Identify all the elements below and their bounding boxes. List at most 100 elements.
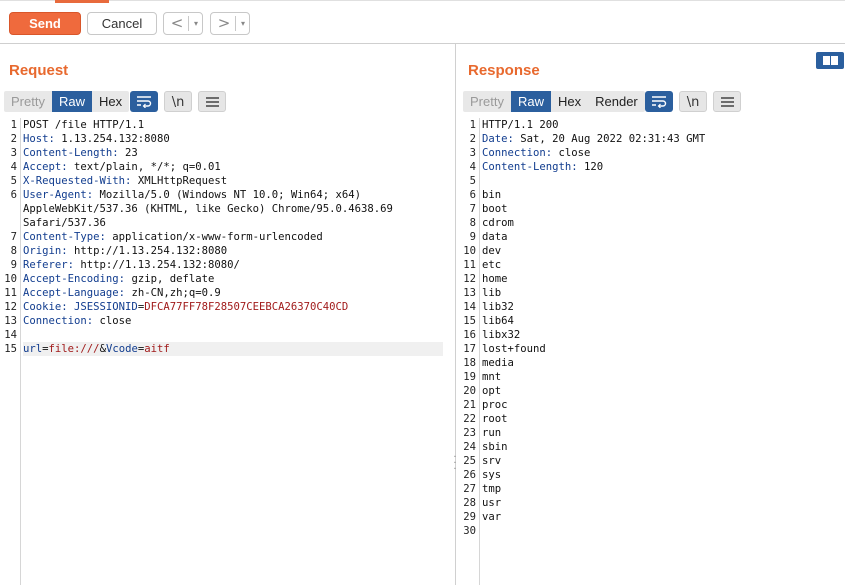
header-value: http://1.13.254.132:8080/ (74, 259, 240, 271)
split-layout-icon[interactable] (816, 52, 844, 69)
line-number: 1 (10, 119, 17, 131)
view-tab-pretty[interactable]: Pretty (4, 91, 52, 112)
back-dropdown-icon[interactable]: ▾ (190, 13, 202, 34)
code-line: 15 url=file:///&Vcode=aitf (0, 342, 452, 356)
line-text[interactable]: dev (482, 244, 501, 258)
line-text[interactable]: POST /file HTTP/1.1 (23, 118, 144, 132)
line-text[interactable]: HTTP/1.1 200 (482, 118, 559, 132)
body-param-value: file:/// (48, 343, 100, 355)
pane-resize-handle-icon[interactable]: · · · (452, 453, 458, 475)
line-text[interactable]: bin (482, 188, 501, 202)
line-number: 6 (469, 189, 476, 201)
line-number: 4 (469, 161, 476, 173)
line-text[interactable]: lost+found (482, 342, 546, 356)
forward-arrow-icon[interactable]: > (215, 13, 233, 34)
line-number: 20 (463, 385, 476, 397)
line-text[interactable]: proc (482, 398, 508, 412)
line-text[interactable]: libx32 (482, 328, 520, 342)
line-text[interactable]: root (482, 412, 508, 426)
line-text[interactable]: Connection: close (23, 314, 131, 328)
line-text[interactable]: User-Agent: Mozilla/5.0 (Windows NT 10.0… (23, 188, 393, 230)
show-newlines-icon[interactable]: \n (164, 91, 192, 112)
line-text[interactable]: Host: 1.13.254.132:8080 (23, 132, 170, 146)
view-tab-hex[interactable]: Hex (551, 91, 588, 112)
line-text[interactable]: url=file:///&Vcode=aitf (23, 342, 443, 356)
cancel-button[interactable]: Cancel (87, 12, 157, 35)
line-text[interactable]: Accept-Encoding: gzip, deflate (23, 272, 214, 286)
response-view-tabs: Pretty Raw Hex Render (463, 91, 645, 112)
line-text[interactable]: opt (482, 384, 501, 398)
line-number: 5 (469, 175, 476, 187)
line-text[interactable]: Content-Type: application/x-www-form-url… (23, 230, 323, 244)
line-text[interactable]: home (482, 272, 508, 286)
view-tab-pretty[interactable]: Pretty (463, 91, 511, 112)
line-text[interactable]: Cookie: JSESSIONID=DFCA77FF78F28507CEEBC… (23, 300, 348, 314)
header-name: User-Agent: (23, 189, 94, 201)
line-text[interactable]: Origin: http://1.13.254.132:8080 (23, 244, 227, 258)
line-text[interactable]: srv (482, 454, 501, 468)
line-text[interactable]: Accept: text/plain, */*; q=0.01 (23, 160, 221, 174)
line-text[interactable]: Connection: close (482, 146, 590, 160)
line-text[interactable]: sbin (482, 440, 508, 454)
line-text[interactable]: media (482, 356, 514, 370)
send-button[interactable]: Send (9, 12, 81, 35)
pane-divider[interactable] (455, 44, 456, 585)
line-text[interactable]: boot (482, 202, 508, 216)
request-editor[interactable]: 1 POST /file HTTP/1.1 2 Host: 1.13.254.132:… (0, 118, 452, 585)
line-text[interactable]: Accept-Language: zh-CN,zh;q=0.9 (23, 286, 221, 300)
wrap-lines-icon[interactable] (130, 91, 158, 112)
line-text[interactable]: X-Requested-With: XMLHttpRequest (23, 174, 227, 188)
line-text[interactable]: Content-Length: 120 (482, 160, 603, 174)
line-text[interactable]: lib64 (482, 314, 514, 328)
code-line: 13 Connection: close (0, 314, 452, 328)
response-editor[interactable]: 1 HTTP/1.1 200 2 Date: Sat, 20 Aug 2022 02:… (459, 118, 845, 585)
line-text[interactable]: tmp (482, 482, 501, 496)
top-tab-strip (0, 0, 845, 3)
header-value: gzip, deflate (125, 273, 215, 285)
line-text[interactable]: Referer: http://1.13.254.132:8080/ (23, 258, 240, 272)
line-text[interactable]: run (482, 426, 501, 440)
hamburger-menu-icon[interactable] (198, 91, 226, 112)
view-tab-raw[interactable]: Raw (51, 91, 92, 112)
back-arrow-icon[interactable]: < (168, 13, 186, 34)
line-text[interactable]: usr (482, 496, 501, 510)
line-text[interactable]: lib (482, 286, 501, 300)
view-tab-render[interactable]: Render (588, 91, 645, 112)
line-text[interactable]: Date: Sat, 20 Aug 2022 02:31:43 GMT (482, 132, 705, 146)
code-line: 12 Cookie: JSESSIONID=DFCA77FF78F28507CEE… (0, 300, 452, 314)
line-text[interactable]: mnt (482, 370, 501, 384)
repeater-toolbar: Send Cancel < ▾ > ▾ (0, 4, 845, 44)
hamburger-menu-icon[interactable] (713, 91, 741, 112)
wrap-lines-icon[interactable] (645, 91, 673, 112)
view-tab-raw[interactable]: Raw (510, 91, 551, 112)
code-line: 14 (0, 328, 452, 342)
line-number: 26 (463, 469, 476, 481)
code-line: 18 media (459, 356, 845, 370)
line-text[interactable]: sys (482, 468, 501, 482)
line-text[interactable]: lib32 (482, 300, 514, 314)
view-tab-hex[interactable]: Hex (92, 91, 129, 112)
forward-dropdown-icon[interactable]: ▾ (237, 13, 249, 34)
active-tab-indicator[interactable] (55, 0, 109, 3)
code-line: 10 dev (459, 244, 845, 258)
code-line: 20 opt (459, 384, 845, 398)
code-line: 4 Accept: text/plain, */*; q=0.01 (0, 160, 452, 174)
line-number: 11 (463, 259, 476, 271)
line-text[interactable]: Content-Length: 23 (23, 146, 138, 160)
show-newlines-icon[interactable]: \n (679, 91, 707, 112)
line-text[interactable]: etc (482, 258, 501, 272)
code-line: 26 sys (459, 468, 845, 482)
code-line: 25 srv (459, 454, 845, 468)
line-number: 17 (463, 343, 476, 355)
line-number: 2 (469, 133, 476, 145)
line-text[interactable]: var (482, 510, 501, 524)
header-value: http://1.13.254.132:8080 (67, 245, 228, 257)
code-line: 28 usr (459, 496, 845, 510)
code-line: 6 User-Agent: Mozilla/5.0 (Windows NT 10.… (0, 188, 452, 230)
line-text[interactable]: data (482, 230, 508, 244)
line-number: 29 (463, 511, 476, 523)
line-number: 18 (463, 357, 476, 369)
header-value: XMLHttpRequest (131, 175, 228, 187)
line-text[interactable]: cdrom (482, 216, 514, 230)
header-value: text/plain, */*; q=0.01 (67, 161, 221, 173)
